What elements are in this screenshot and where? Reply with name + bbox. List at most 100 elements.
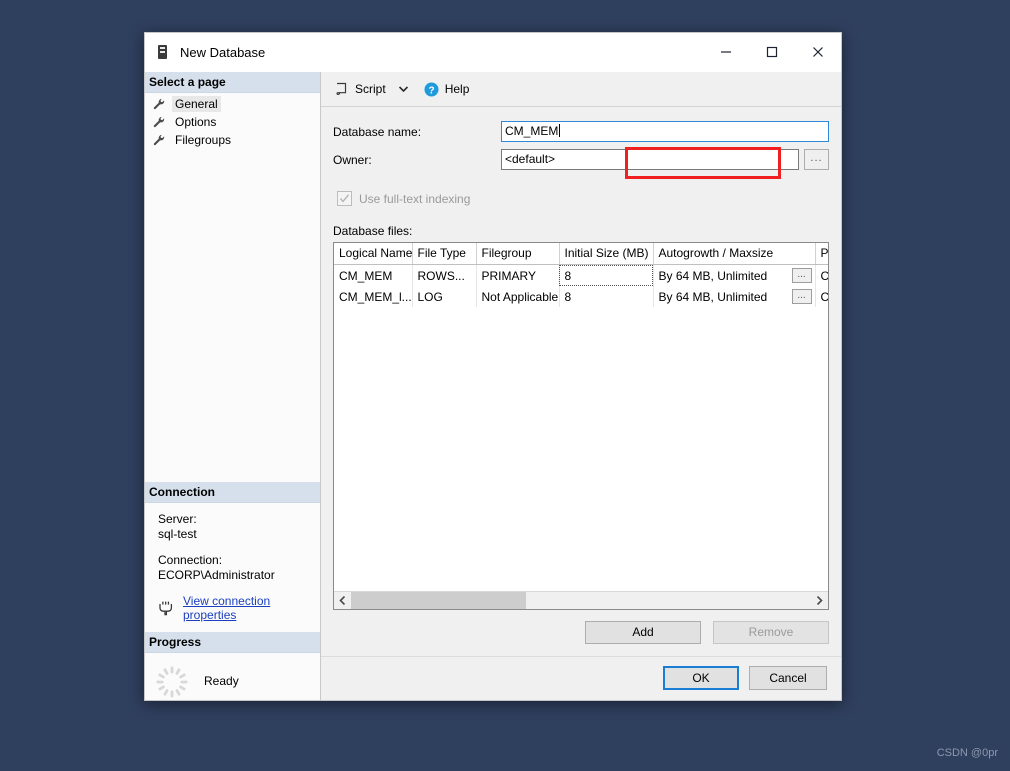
- autogrowth-browse-button[interactable]: ...: [791, 268, 812, 283]
- col-logical-name[interactable]: Logical Name: [334, 243, 413, 265]
- database-server-icon: [155, 44, 171, 60]
- col-autogrowth[interactable]: Autogrowth / Maxsize: [653, 243, 816, 265]
- cancel-button[interactable]: Cancel: [749, 666, 827, 690]
- maximize-button[interactable]: [749, 33, 795, 71]
- chevron-right-icon: [816, 596, 823, 605]
- scrollbar-track[interactable]: [351, 592, 811, 609]
- cell-autogrowth[interactable]: By 64 MB, Unlimited ...: [653, 264, 816, 286]
- cell-autogrowth[interactable]: By 64 MB, Unlimited ...: [653, 286, 816, 307]
- help-label: Help: [444, 82, 470, 96]
- owner-row: Owner: <default> ...: [333, 149, 829, 170]
- title-bar: New Database: [145, 33, 841, 72]
- connection-label: Connection:: [158, 553, 223, 567]
- sidebar-item-label: Filegroups: [175, 133, 232, 147]
- scrollbar-thumb[interactable]: [351, 592, 526, 609]
- window-controls: [703, 33, 841, 71]
- sidebar-item-general[interactable]: General: [145, 95, 320, 113]
- database-files-table: Logical Name File Type Filegroup Initial…: [334, 243, 828, 307]
- owner-value: <default>: [505, 152, 556, 166]
- cell-path[interactable]: C:: [815, 264, 828, 286]
- page-list: General Options Filegroups: [145, 93, 320, 149]
- cell-path[interactable]: C:: [815, 286, 828, 307]
- autogrowth-text: By 64 MB, Unlimited: [658, 268, 768, 283]
- table-row[interactable]: CM_MEM ROWS... PRIMARY 8 By 64 MB, Unlim…: [334, 264, 828, 286]
- view-connection-properties-link[interactable]: View connection properties: [183, 594, 320, 622]
- database-files-label: Database files:: [333, 224, 413, 238]
- close-button[interactable]: [795, 33, 841, 71]
- col-initial-size[interactable]: Initial Size (MB): [559, 243, 654, 265]
- database-name-input[interactable]: CM_MEM: [501, 121, 829, 142]
- script-label: Script: [355, 82, 386, 96]
- server-info: Server: sql-test: [158, 512, 320, 542]
- view-connection-properties-row[interactable]: View connection properties: [158, 594, 320, 622]
- script-icon: [335, 82, 349, 96]
- general-page-form: Database name: CM_MEM Owner: <default> .…: [321, 107, 841, 656]
- grid-buttons: Add Remove: [333, 610, 829, 656]
- window-title: New Database: [180, 44, 266, 60]
- content-pane: Script ? Help Database name: CM_MEM Owne…: [321, 72, 841, 700]
- progress-status: Ready: [204, 674, 239, 688]
- select-a-page-header: Select a page: [145, 72, 320, 93]
- connection-user-info: Connection: ECORP\Administrator: [158, 553, 320, 583]
- help-button[interactable]: ? Help: [421, 80, 473, 99]
- toolbar: Script ? Help: [321, 72, 841, 107]
- cell-logical-name[interactable]: CM_MEM: [334, 264, 413, 286]
- chevron-down-icon: [398, 86, 408, 92]
- add-button[interactable]: Add: [585, 621, 701, 644]
- checkmark-icon: [339, 194, 350, 203]
- sidebar-item-filegroups[interactable]: Filegroups: [145, 131, 320, 149]
- ok-button[interactable]: OK: [663, 666, 739, 690]
- scroll-left-button[interactable]: [334, 592, 351, 609]
- fulltext-indexing-checkbox: [337, 191, 352, 206]
- cell-file-type[interactable]: LOG: [412, 286, 477, 307]
- sidebar-item-options[interactable]: Options: [145, 113, 320, 131]
- owner-input[interactable]: <default>: [501, 149, 799, 170]
- database-name-row: Database name: CM_MEM: [333, 121, 829, 142]
- wrench-icon: [153, 134, 165, 146]
- grid-horizontal-scrollbar[interactable]: [334, 591, 828, 609]
- help-circle-icon: ?: [424, 82, 439, 97]
- script-dropdown-button[interactable]: [393, 84, 414, 94]
- cell-filegroup[interactable]: Not Applicable: [476, 286, 560, 307]
- cell-filegroup[interactable]: PRIMARY: [476, 264, 560, 286]
- sidebar-item-label: Options: [175, 115, 217, 129]
- text-caret: [559, 124, 561, 137]
- remove-button: Remove: [713, 621, 829, 644]
- cell-logical-name[interactable]: CM_MEM_l...: [334, 286, 413, 307]
- col-file-type[interactable]: File Type: [412, 243, 477, 265]
- cell-initial-size[interactable]: 8: [559, 264, 654, 286]
- spinner-icon: [156, 666, 188, 698]
- server-value: sql-test: [158, 527, 197, 541]
- watermark: CSDN @0pr: [936, 747, 998, 759]
- database-name-label: Database name:: [333, 124, 422, 139]
- col-path[interactable]: Pa: [815, 243, 828, 265]
- dialog-footer: OK Cancel: [321, 656, 841, 700]
- connection-info: Server: sql-test Connection: ECORP\Admin…: [145, 503, 320, 632]
- owner-browse-button[interactable]: ...: [804, 149, 829, 170]
- cell-initial-size[interactable]: 8: [559, 286, 654, 307]
- script-button[interactable]: Script: [332, 80, 389, 98]
- server-label: Server:: [158, 512, 197, 526]
- scroll-right-button[interactable]: [811, 592, 828, 609]
- wrench-icon: [153, 98, 165, 110]
- progress-info: Ready: [145, 653, 320, 700]
- grid-scroll-viewport: Logical Name File Type Filegroup Initial…: [334, 243, 828, 591]
- database-name-value: CM_MEM: [505, 124, 559, 138]
- fulltext-indexing-row: Use full-text indexing: [333, 191, 829, 206]
- table-row[interactable]: CM_MEM_l... LOG Not Applicable 8 By 64 M…: [334, 286, 828, 307]
- minimize-button[interactable]: [703, 33, 749, 71]
- cell-file-type[interactable]: ROWS...: [412, 264, 477, 286]
- col-filegroup[interactable]: Filegroup: [476, 243, 560, 265]
- new-database-dialog: New Database Select a page General Optio…: [144, 32, 842, 701]
- database-files-grid: Logical Name File Type Filegroup Initial…: [333, 242, 829, 610]
- connection-plug-icon: [159, 601, 173, 615]
- autogrowth-browse-button[interactable]: ...: [791, 289, 812, 304]
- connection-header: Connection: [145, 482, 320, 503]
- connection-value: ECORP\Administrator: [158, 568, 275, 582]
- sidebar: Select a page General Options Filegroups…: [145, 72, 321, 700]
- sidebar-item-label: General: [172, 96, 221, 112]
- autogrowth-text: By 64 MB, Unlimited: [658, 289, 768, 304]
- chevron-left-icon: [339, 596, 346, 605]
- progress-header: Progress: [145, 632, 320, 653]
